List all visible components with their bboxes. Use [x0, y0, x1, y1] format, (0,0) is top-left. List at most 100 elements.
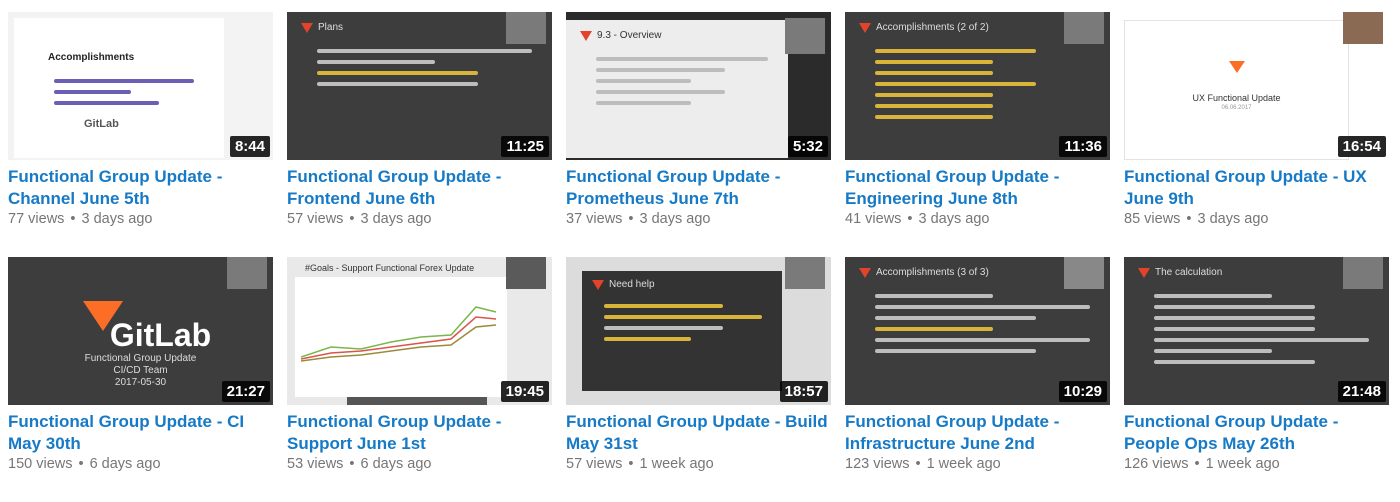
upload-age: 3 days ago [1197, 211, 1269, 227]
video-title[interactable]: Functional Group Update - Frontend June … [287, 166, 552, 210]
video-duration: 18:57 [779, 381, 828, 402]
line-chart-graphic [301, 306, 497, 362]
video-thumbnail[interactable]: Accomplishments (3 of 3) 10:29 [845, 257, 1110, 405]
video-card[interactable]: Need help 18:57 Functional Group Update … [566, 257, 831, 502]
webcam-overlay [506, 12, 546, 44]
slide-sheet: Accomplishments GitLab [14, 18, 224, 158]
slide-heading: #Goals - Support Functional Forex Update [305, 263, 475, 273]
slide-text [875, 42, 1090, 126]
upload-age: 3 days ago [81, 211, 153, 227]
video-meta: 41 views • 3 days ago [845, 211, 990, 227]
slide-heading: UX Functional Update [1192, 93, 1281, 103]
video-title[interactable]: Functional Group Update - Build May 31st [566, 411, 831, 455]
slide-text [54, 72, 194, 112]
slide-text [604, 297, 762, 348]
video-meta: 123 views • 1 week ago [845, 456, 1001, 472]
video-meta: 150 views • 6 days ago [8, 456, 161, 472]
slide-heading: Accomplishments (3 of 3) [876, 267, 989, 278]
upload-age: 3 days ago [360, 211, 432, 227]
video-thumbnail[interactable]: Accomplishments (2 of 2) 11:36 [845, 12, 1110, 160]
video-thumbnail[interactable]: Need help 18:57 [566, 257, 831, 405]
video-card[interactable]: The calculation 21:48 Functional Group U… [1124, 257, 1389, 502]
upload-age: 1 week ago [639, 456, 714, 472]
video-card[interactable]: Accomplishments (2 of 2) 11:36 Functiona… [845, 12, 1110, 257]
view-count: 37 views [566, 211, 623, 227]
slide-sheet: 9.3 - Overview [566, 20, 788, 158]
video-title[interactable]: Functional Group Update - CI May 30th [8, 411, 273, 455]
webcam-overlay [1064, 257, 1104, 289]
video-meta: 77 views • 3 days ago [8, 211, 153, 227]
upload-age: 3 days ago [639, 211, 711, 227]
video-duration: 16:54 [1337, 136, 1386, 157]
gitlab-fox-icon [580, 30, 592, 41]
video-meta: 37 views • 3 days ago [566, 211, 711, 227]
video-title[interactable]: Functional Group Update - UX June 9th [1124, 166, 1389, 210]
video-title[interactable]: Functional Group Update - Channel June 5… [8, 166, 273, 210]
video-title[interactable]: Functional Group Update - People Ops May… [1124, 411, 1389, 455]
slide-header: Need help [592, 279, 655, 290]
gitlab-fox-icon [859, 22, 871, 33]
video-card[interactable]: 9.3 - Overview 5:32 Functional Group Upd… [566, 12, 831, 257]
video-meta: 57 views • 3 days ago [287, 211, 432, 227]
video-card[interactable]: Accomplishments GitLab 8:44 Functional G… [8, 12, 273, 257]
video-duration: 21:48 [1337, 381, 1386, 402]
slide-date: 06.06.2017 [1221, 105, 1252, 111]
video-title[interactable]: Functional Group Update - Engineering Ju… [845, 166, 1110, 210]
slide-heading: Plans [318, 22, 344, 33]
video-duration: 10:29 [1058, 381, 1107, 402]
video-meta: 53 views • 6 days ago [287, 456, 432, 472]
video-card[interactable]: #Goals - Support Functional Forex Update… [287, 257, 552, 502]
view-count: 57 views [566, 456, 623, 472]
webcam-overlay [1343, 257, 1383, 289]
slide-chart: #Goals - Support Functional Forex Update [295, 263, 507, 397]
video-thumbnail[interactable]: 9.3 - Overview 5:32 [566, 12, 831, 160]
webcam-overlay [506, 257, 546, 289]
video-title[interactable]: Functional Group Update - Prometheus Jun… [566, 166, 831, 210]
video-meta: 57 views • 1 week ago [566, 456, 714, 472]
gitlab-logo-text: GitLab [84, 118, 119, 130]
slide-header: Accomplishments (3 of 3) [859, 267, 989, 278]
video-card[interactable]: Accomplishments (3 of 3) 10:29 Functiona… [845, 257, 1110, 502]
webcam-overlay [227, 257, 267, 289]
slide-text [596, 50, 768, 112]
webcam-overlay [785, 257, 825, 289]
upload-age: 3 days ago [918, 211, 990, 227]
video-card[interactable]: UX Functional Update 06.06.2017 16:54 Fu… [1124, 12, 1389, 257]
video-thumbnail[interactable]: The calculation 21:48 [1124, 257, 1389, 405]
view-count: 57 views [287, 211, 344, 227]
slide-header: Plans [301, 22, 343, 33]
video-duration: 11:36 [1059, 136, 1107, 157]
video-card[interactable]: Plans 11:25 Functional Group Update - Fr… [287, 12, 552, 257]
video-title[interactable]: Functional Group Update - Infrastructure… [845, 411, 1110, 455]
view-count: 85 views [1124, 211, 1181, 227]
slide-subtitle-line: CI/CD Team [113, 365, 168, 376]
view-count: 41 views [845, 211, 902, 227]
view-count: 126 views [1124, 456, 1189, 472]
video-title[interactable]: Functional Group Update - Support June 1… [287, 411, 552, 455]
video-thumbnail[interactable]: Accomplishments GitLab 8:44 [8, 12, 273, 160]
video-thumbnail[interactable]: Plans 11:25 [287, 12, 552, 160]
video-thumbnail[interactable]: #Goals - Support Functional Forex Update… [287, 257, 552, 405]
video-duration: 5:32 [787, 136, 828, 157]
video-meta: 126 views • 1 week ago [1124, 456, 1280, 472]
gitlab-logo-text: GitLab [109, 317, 212, 353]
gitlab-fox-icon [592, 279, 604, 290]
slide-text [317, 42, 532, 93]
video-thumbnail[interactable]: GitLab Functional Group Update CI/CD Tea… [8, 257, 273, 405]
view-count: 53 views [287, 456, 344, 472]
video-card[interactable]: GitLab Functional Group Update CI/CD Tea… [8, 257, 273, 502]
slide-heading: Accomplishments (2 of 2) [876, 22, 989, 33]
slide-sheet: Need help [582, 271, 782, 391]
upload-age: 1 week ago [1205, 456, 1280, 472]
dock-bar [347, 397, 487, 405]
gitlab-fox-icon [1229, 61, 1245, 73]
slide-heading: The calculation [1155, 267, 1223, 278]
slide-heading: Accomplishments [48, 52, 135, 63]
video-grid: Accomplishments GitLab 8:44 Functional G… [8, 12, 1389, 502]
slide-sheet: UX Functional Update 06.06.2017 [1124, 20, 1349, 160]
slide-header: Accomplishments (2 of 2) [859, 22, 989, 33]
video-thumbnail[interactable]: UX Functional Update 06.06.2017 16:54 [1124, 12, 1389, 160]
slide-header: The calculation [1138, 267, 1222, 278]
view-count: 150 views [8, 456, 73, 472]
upload-age: 1 week ago [926, 456, 1001, 472]
